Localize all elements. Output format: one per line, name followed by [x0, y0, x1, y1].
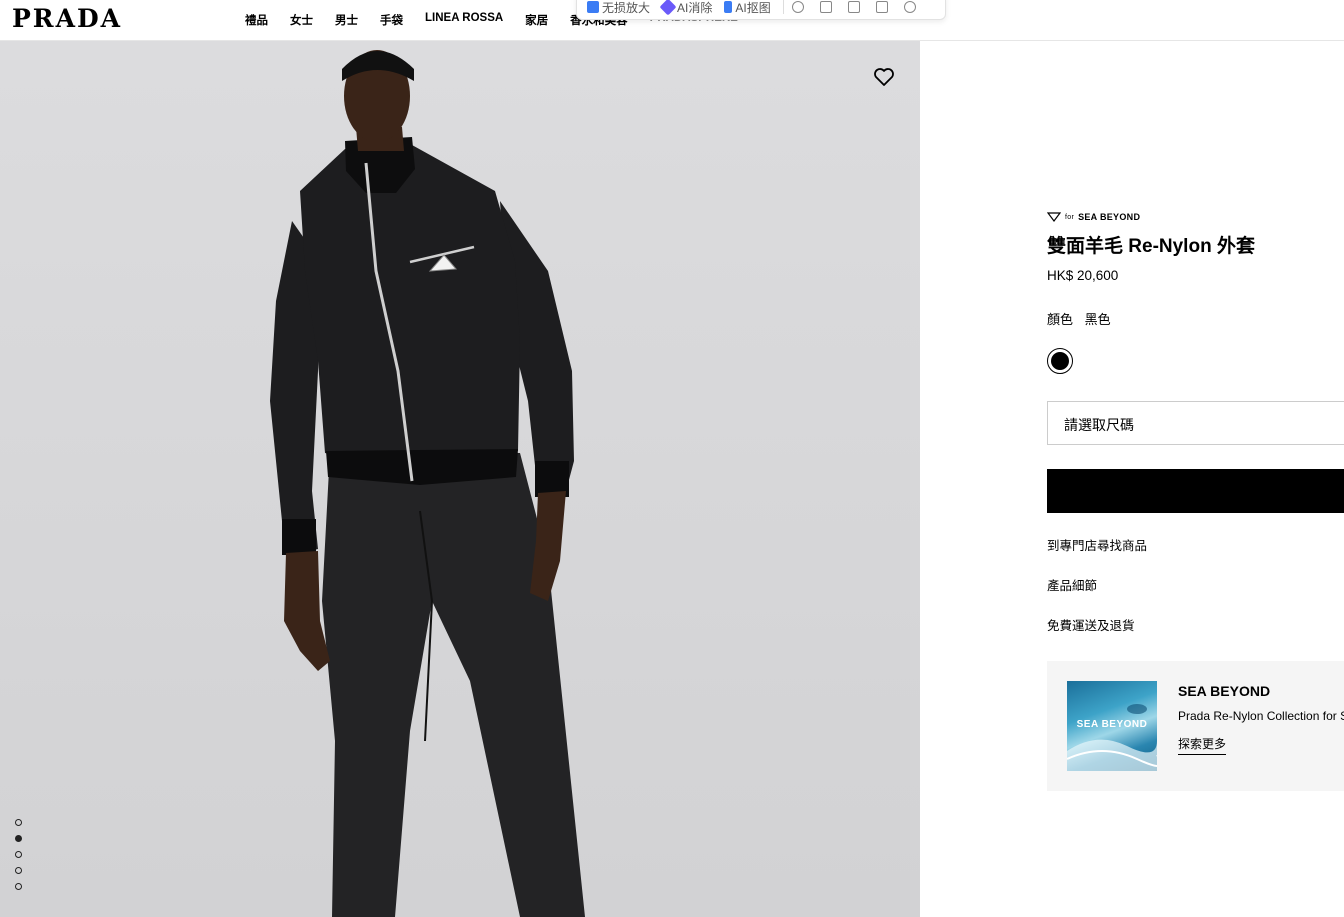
- eraser-icon: [659, 0, 677, 16]
- find-in-store-link[interactable]: 到專門店尋找商品: [1047, 535, 1344, 554]
- product-info-panel: for SEA BEYOND 雙面羊毛 Re-Nylon 外套 HK$ 20,6…: [1047, 212, 1344, 634]
- nav-men[interactable]: 男士: [335, 12, 358, 28]
- add-to-bag-button[interactable]: [1047, 469, 1344, 513]
- gallery-dot[interactable]: [15, 819, 22, 826]
- prada-triangle-icon: [1047, 212, 1061, 222]
- image-icon[interactable]: [819, 1, 832, 13]
- shipping-returns-link[interactable]: 免費運送及退貨: [1047, 615, 1344, 634]
- toolbar-divider: [782, 0, 784, 14]
- color-swatch-black[interactable]: [1047, 348, 1073, 374]
- gallery-dot-active[interactable]: [15, 835, 22, 842]
- gallery-dot[interactable]: [15, 851, 22, 858]
- nav-linea-rossa[interactable]: LINEA ROSSA: [425, 12, 503, 28]
- color-label: 顏色: [1047, 312, 1074, 327]
- heart-icon[interactable]: [872, 65, 896, 89]
- bulb-icon[interactable]: [791, 1, 804, 13]
- product-title: 雙面羊毛 Re-Nylon 外套: [1047, 236, 1255, 257]
- upscale-button[interactable]: 无损放大: [587, 0, 650, 16]
- color-value: 黑色: [1084, 312, 1111, 327]
- sea-beyond-card: SEA BEYOND SEA BEYOND Prada Re-Nylon Col…: [1047, 661, 1344, 791]
- ai-erase-button[interactable]: AI消除: [659, 0, 712, 16]
- product-image-gallery[interactable]: [0, 41, 920, 917]
- prada-logo[interactable]: PRADA: [12, 4, 122, 33]
- discover-more-link[interactable]: 探索更多: [1178, 735, 1227, 755]
- product-photo: [270, 50, 585, 917]
- settings-icon[interactable]: [903, 1, 916, 13]
- download-icon[interactable]: [875, 1, 888, 13]
- gallery-pagination: [15, 819, 22, 899]
- nav-women[interactable]: 女士: [290, 12, 313, 28]
- ai-cutout-button[interactable]: AI抠图: [724, 0, 771, 16]
- image-upscale-icon: [587, 1, 599, 13]
- gallery-dot[interactable]: [15, 883, 22, 890]
- product-links: 到專門店尋找商品 產品細節 免費運送及退貨: [1047, 535, 1344, 634]
- nav-gifts[interactable]: 禮品: [245, 12, 268, 28]
- product-details-link[interactable]: 產品細節: [1047, 575, 1344, 594]
- color-info: 顏色 黑色: [1047, 309, 1344, 328]
- sea-beyond-title: SEA BEYOND: [1178, 683, 1271, 699]
- gallery-dot[interactable]: [15, 867, 22, 874]
- crop-icon[interactable]: [847, 1, 860, 13]
- cutout-icon: [724, 1, 733, 13]
- image-tool-toolbar: 无损放大 AI消除 AI抠图: [576, 0, 946, 20]
- sea-beyond-badge: for SEA BEYOND: [1047, 212, 1344, 222]
- size-select[interactable]: 請選取尺碼: [1047, 401, 1344, 445]
- nav-home[interactable]: 家居: [525, 12, 548, 28]
- sea-beyond-thumbnail[interactable]: SEA BEYOND: [1067, 681, 1157, 771]
- nav-bags[interactable]: 手袋: [380, 12, 403, 28]
- sea-beyond-description: Prada Re-Nylon Collection for S: [1178, 709, 1344, 723]
- product-price: HK$ 20,600: [1047, 268, 1119, 283]
